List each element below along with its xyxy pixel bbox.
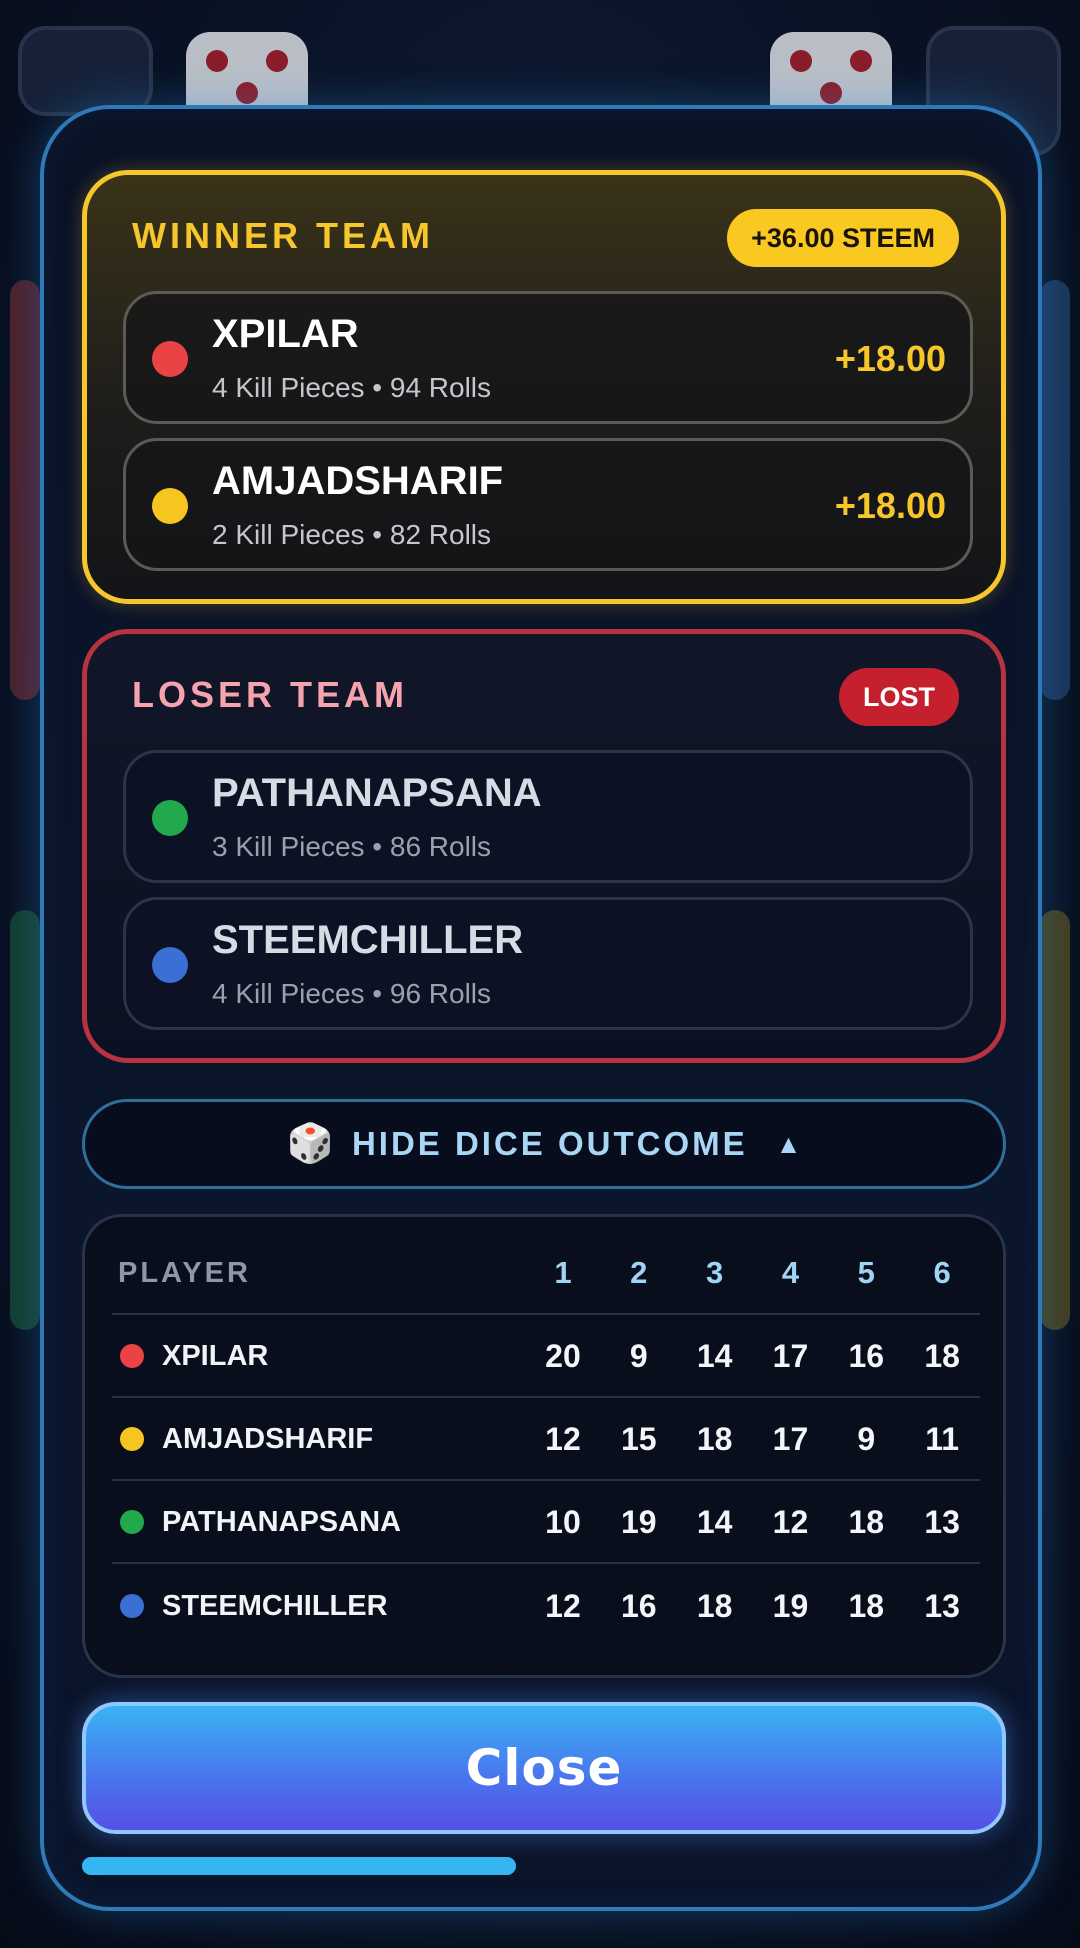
- winner-player-card: AMJADSHARIF 2 Kill Pieces • 82 Rolls +18…: [123, 438, 973, 571]
- table-row: AMJADSHARIF 12 15 18 17 9 11: [112, 1399, 980, 1481]
- loser-player-card: PATHANAPSANA 3 Kill Pieces • 86 Rolls: [123, 750, 973, 883]
- roll-count: 12: [545, 1587, 581, 1624]
- board-red-edge: [10, 280, 40, 700]
- table-row: PATHANAPSANA 10 19 14 12 18 13: [112, 1482, 980, 1564]
- player-color-dot: [152, 488, 188, 524]
- roll-count: 15: [621, 1420, 657, 1457]
- roll-count: 14: [696, 1337, 733, 1374]
- game-result-modal: WINNER TEAM +36.00 STEEM XPILAR 4 Kill P…: [40, 105, 1042, 1911]
- roll-count: 20: [545, 1337, 581, 1374]
- board-yellow-edge: [1040, 910, 1070, 1330]
- player-name: STEEMCHILLER: [212, 918, 524, 962]
- winner-team-panel: WINNER TEAM +36.00 STEEM XPILAR 4 Kill P…: [82, 170, 1006, 604]
- table-row: XPILAR 20 9 14 17 16 18: [112, 1316, 980, 1398]
- player-stats: 4 Kill Pieces • 94 Rolls: [212, 372, 492, 403]
- loser-team-panel: LOSER TEAM LOST PATHANAPSANA 3 Kill Piec…: [82, 629, 1006, 1063]
- roll-count: 18: [848, 1587, 885, 1624]
- close-button[interactable]: Close: [82, 1702, 1006, 1834]
- close-button-label: Close: [465, 1739, 623, 1797]
- roll-count: 16: [621, 1587, 657, 1624]
- player-name: PATHANAPSANA: [162, 1505, 401, 1538]
- table-row: STEEMCHILLER 12 16 18 19 18 13: [112, 1565, 980, 1647]
- column-header-face-3: 3: [706, 1255, 724, 1290]
- auto-close-progress: [82, 1857, 1006, 1875]
- player-color-dot: [152, 947, 188, 983]
- column-header-player: PLAYER: [118, 1256, 251, 1289]
- player-cell: AMJADSHARIF: [112, 1423, 525, 1456]
- auto-close-progress-fill: [82, 1857, 517, 1875]
- player-name: XPILAR: [212, 312, 359, 356]
- roll-count: 9: [629, 1337, 648, 1374]
- player-cell: PATHANAPSANA: [112, 1506, 525, 1539]
- roll-count: 18: [924, 1337, 960, 1374]
- roll-count: 11: [925, 1420, 960, 1457]
- roll-count: 14: [696, 1503, 733, 1540]
- column-header-face-5: 5: [857, 1255, 875, 1290]
- player-name: AMJADSHARIF: [212, 459, 504, 503]
- roll-count: 18: [696, 1420, 733, 1457]
- loser-player-card: STEEMCHILLER 4 Kill Pieces • 96 Rolls: [123, 897, 973, 1030]
- roll-count: 18: [848, 1503, 885, 1540]
- winner-team-title: WINNER TEAM: [132, 215, 434, 256]
- column-header-face-4: 4: [781, 1255, 800, 1290]
- roll-count: 16: [848, 1337, 885, 1374]
- board-green-edge: [10, 910, 40, 1330]
- loser-team-title: LOSER TEAM: [132, 674, 409, 715]
- player-cell: XPILAR: [112, 1340, 525, 1373]
- player-stats: 4 Kill Pieces • 96 Rolls: [212, 978, 492, 1009]
- roll-count: 18: [696, 1587, 733, 1624]
- player-name: XPILAR: [162, 1339, 269, 1372]
- player-name: STEEMCHILLER: [162, 1589, 388, 1622]
- dice-icon: 🎲: [286, 1123, 334, 1165]
- winner-reward-badge: +36.00 STEEM: [727, 209, 959, 267]
- dice-outcome-table: PLAYER 1 2 3 4 5 6 XPILAR 20 9 14 17 16 …: [82, 1214, 1006, 1678]
- roll-count: 10: [545, 1503, 581, 1540]
- player-color-dot: [152, 800, 188, 836]
- player-color-dot: [120, 1594, 144, 1618]
- roll-count: 13: [924, 1587, 960, 1624]
- player-reward: +18.00: [834, 338, 946, 379]
- hide-dice-outcome-button[interactable]: 🎲 HIDE DICE OUTCOME ▲: [82, 1099, 1006, 1189]
- player-avatar-left: [18, 26, 153, 116]
- roll-count: 17: [772, 1420, 809, 1457]
- column-header-face-6: 6: [933, 1255, 951, 1290]
- player-stats: 2 Kill Pieces • 82 Rolls: [212, 519, 492, 550]
- winner-player-card: XPILAR 4 Kill Pieces • 94 Rolls +18.00: [123, 291, 973, 424]
- table-header-row: PLAYER 1 2 3 4 5 6: [112, 1233, 980, 1315]
- player-reward: +18.00: [834, 485, 946, 526]
- player-name: AMJADSHARIF: [162, 1422, 374, 1455]
- roll-count: 12: [772, 1503, 809, 1540]
- column-header-face-2: 2: [630, 1255, 648, 1290]
- player-name: PATHANAPSANA: [212, 771, 542, 815]
- roll-count: 17: [772, 1337, 809, 1374]
- player-color-dot: [152, 341, 188, 377]
- player-color-dot: [120, 1427, 144, 1451]
- player-color-dot: [120, 1344, 144, 1368]
- caret-up-icon: ▲: [775, 1128, 802, 1159]
- roll-count: 9: [857, 1420, 876, 1457]
- roll-count: 19: [772, 1587, 809, 1624]
- board-blue-edge: [1040, 280, 1070, 700]
- column-header-face-1: 1: [554, 1255, 572, 1290]
- roll-count: 13: [924, 1503, 960, 1540]
- roll-count: 19: [621, 1503, 657, 1540]
- player-color-dot: [120, 1510, 144, 1534]
- roll-count: 12: [545, 1420, 581, 1457]
- player-stats: 3 Kill Pieces • 86 Rolls: [212, 831, 492, 862]
- lost-badge: LOST: [839, 668, 959, 726]
- player-cell: STEEMCHILLER: [112, 1590, 525, 1623]
- hide-dice-outcome-label: HIDE DICE OUTCOME: [351, 1125, 748, 1162]
